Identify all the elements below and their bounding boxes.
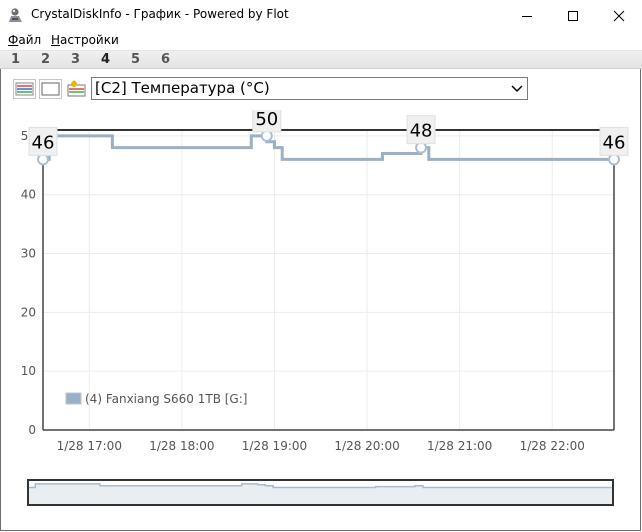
menu-file-label: айл [18,33,42,47]
maximize-button[interactable] [550,0,596,31]
disk-tab-3[interactable]: 3 [71,52,80,67]
data-point-marker[interactable] [608,153,620,166]
data-point-marker[interactable] [260,129,273,142]
disk-tab-5[interactable]: 5 [131,52,140,67]
close-button[interactable] [596,0,642,31]
data-point-label: 50 [255,110,278,130]
x-tick-label: 1/28 17:00 [57,439,122,453]
attribute-select[interactable]: [C2] Температура (°C) [91,77,528,100]
menu-file-accel: Ф [8,33,19,47]
menu-settings-accel: Н [51,33,61,47]
y-tick-label: 20 [21,305,36,319]
window-title: CrystalDiskInfo - График - Powered by Fl… [31,7,289,21]
data-point-label: 46 [603,132,626,153]
chevron-down-icon [511,85,523,93]
legend-button[interactable] [65,79,88,99]
menu-settings-label: астройки [60,33,119,47]
blank-button[interactable] [39,79,62,99]
y-tick-label: 40 [21,188,36,202]
close-icon [613,10,625,21]
disk-tab-2[interactable]: 2 [41,52,50,67]
series-line [43,134,614,161]
disk-tab-bar: 1 2 3 4 5 6 [0,50,642,69]
data-point-marker[interactable] [37,153,49,166]
menu-settings[interactable]: Настройки [51,33,119,47]
disk-tab-6[interactable]: 6 [161,52,170,67]
legend-icon [67,80,86,97]
legend-label: (4) Fanxiang S660 1TB [G:] [85,392,247,406]
y-tick-label: 30 [21,247,36,261]
disk-tab-1[interactable]: 1 [11,52,20,67]
data-point-label: 48 [410,121,433,142]
data-point-marker[interactable] [415,141,428,154]
x-tick-label: 1/28 20:00 [334,439,399,453]
overview-plot [29,483,612,504]
y-tick-label: 10 [21,364,36,378]
crystaldiskinfo-icon [9,8,22,22]
x-tick-label: 1/28 19:00 [242,439,307,453]
minimize-icon [522,15,532,17]
colors-button[interactable] [13,79,36,99]
menu-bar: Файл Настройки [0,31,642,50]
minimize-button[interactable] [504,0,550,31]
x-tick-label: 1/28 18:00 [149,439,214,453]
data-point-label: 46 [32,132,55,153]
x-tick-label: 1/28 21:00 [427,439,492,453]
menu-file[interactable]: Файл [8,33,41,47]
blank-icon [41,82,60,96]
temperature-chart: 0 10 20 30 40 50 1/28 17:00 1/28 18:00 1/28 19:0… [21,110,629,453]
title-bar[interactable]: CrystalDiskInfo - График - Powered by Fl… [0,0,642,31]
overview-navigator[interactable] [27,479,614,506]
disk-tab-4[interactable]: 4 [101,52,110,67]
legend-swatch [65,392,82,405]
maximize-icon [568,10,578,21]
y-tick-label: 0 [28,423,36,437]
attribute-select-value: [C2] Температура (°C) [95,79,270,97]
x-tick-label: 1/28 22:00 [520,439,585,453]
colors-icon [15,82,34,96]
